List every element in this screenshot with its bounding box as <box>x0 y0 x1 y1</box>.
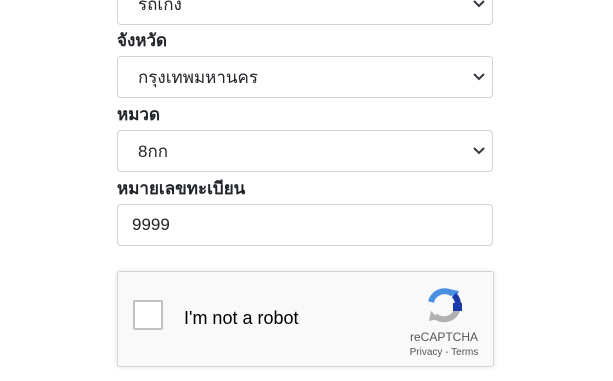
plate-number-value: 9999 <box>132 215 170 234</box>
province-value: กรุงเทพมหานคร <box>138 67 259 87</box>
province-select[interactable]: กรุงเทพมหานคร <box>117 56 493 98</box>
province-label: จังหวัด <box>117 31 168 50</box>
plate-number-input[interactable]: 9999 <box>117 204 493 246</box>
vehicle-type-select[interactable]: รถเก๋ง <box>117 0 493 25</box>
category-select[interactable]: 8กก <box>117 130 493 172</box>
chevron-down-icon <box>472 70 486 84</box>
chevron-down-icon <box>472 144 486 158</box>
links-separator: - <box>442 347 452 358</box>
recaptcha-logo-icon <box>423 285 465 327</box>
category-value: 8กก <box>138 141 169 161</box>
privacy-link[interactable]: Privacy <box>410 347 443 358</box>
recaptcha-checkbox-label: I'm not a robot <box>184 308 299 328</box>
recaptcha-links: Privacy - Terms <box>404 347 484 358</box>
category-label: หมวด <box>117 105 160 124</box>
recaptcha-widget: I'm not a robot reCAPTCHA Privacy - Term… <box>117 271 494 367</box>
terms-link[interactable]: Terms <box>451 347 478 358</box>
vehicle-type-value: รถเก๋ง <box>138 0 182 14</box>
plate-number-label: หมายเลขทะเบียน <box>117 179 246 198</box>
recaptcha-checkbox[interactable] <box>133 300 163 330</box>
recaptcha-brand-text: reCAPTCHA <box>409 330 478 344</box>
chevron-down-icon <box>472 0 486 11</box>
